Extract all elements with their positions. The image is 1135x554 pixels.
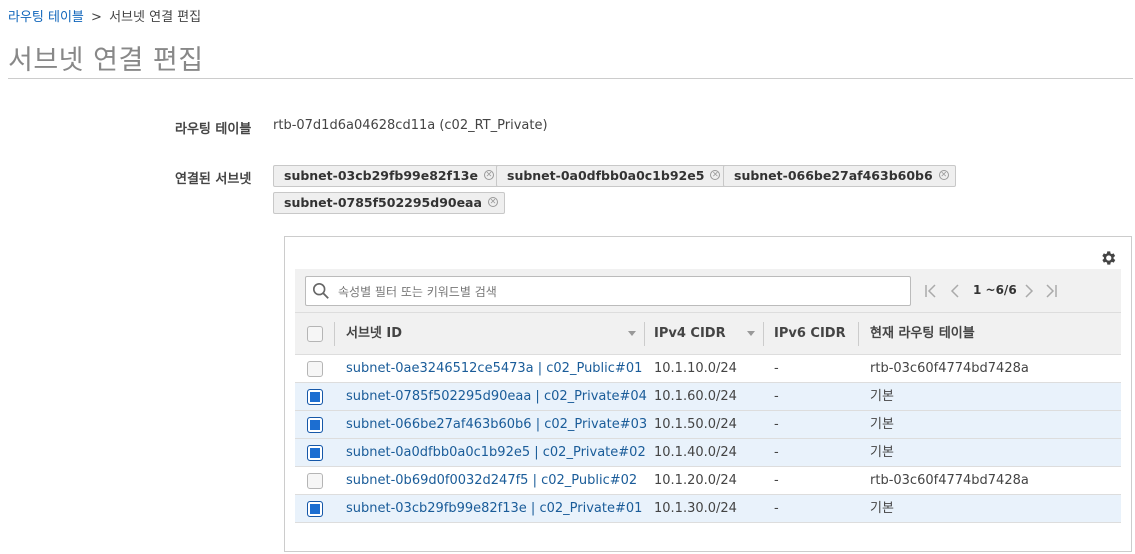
title-divider [8,78,1133,79]
ipv4-cidr-cell: 10.1.20.0/24 [654,473,737,488]
route-table-cell: 기본 [870,501,894,516]
route-table-cell: 기본 [870,445,894,460]
subnet-link[interactable]: subnet-0ae3246512ce5473a | c02_Public#01 [346,355,642,382]
close-circle-icon[interactable]: ✕ [487,197,498,207]
table-row[interactable]: subnet-0b69d0f0032d247f5 | c02_Public#02… [295,467,1121,495]
ipv6-cidr-cell: - [774,473,779,488]
row-checkbox[interactable] [307,445,323,461]
breadcrumb-separator: > [91,10,102,25]
row-checkbox[interactable] [307,389,323,405]
search-input[interactable] [336,277,900,307]
column-divider [644,322,645,346]
row-checkbox[interactable] [307,473,323,489]
column-divider [334,322,335,346]
route-table-cell: 기본 [870,389,894,404]
subnet-link[interactable]: subnet-0a0dfbb0a0c1b92e5 | c02_Private#0… [346,439,646,466]
subnet-token-label: subnet-066be27af463b60b6 [734,168,933,183]
subnet-token: subnet-0a0dfbb0a0c1b92e5 ✕ [496,165,728,187]
route-table-label: 라우팅 테이블 [175,122,252,137]
route-table-value: rtb-07d1d6a04628cd11a (c02_RT_Private) [273,118,548,133]
sort-subnet-id-icon[interactable] [628,331,636,336]
sort-ipv4-cidr-icon[interactable] [747,331,755,336]
column-divider [763,322,764,346]
first-page-icon[interactable] [923,282,939,300]
pagination-text: 1 ~6/6 [973,283,1017,297]
route-table-cell: rtb-03c60f4774bd7428a [870,361,1029,376]
column-header-subnet-id[interactable]: 서브넷 ID [346,313,402,355]
route-table-cell: 기본 [870,417,894,432]
select-all-checkbox[interactable] [307,326,323,342]
column-header-ipv6-cidr[interactable]: IPv6 CIDR [774,313,846,355]
table-row[interactable]: subnet-03cb29fb99e82f13e | c02_Private#0… [295,495,1121,523]
breadcrumb-current: 서브넷 연결 편집 [109,10,202,25]
search-box [305,276,911,307]
close-circle-icon[interactable]: ✕ [710,170,721,180]
close-circle-icon[interactable]: ✕ [938,170,949,180]
subnet-token: subnet-03cb29fb99e82f13e ✕ [273,165,501,187]
row-checkbox[interactable] [307,501,323,517]
subnet-token: subnet-0785f502295d90eaa ✕ [273,192,505,214]
table-row[interactable]: subnet-0ae3246512ce5473a | c02_Public#01… [295,355,1121,383]
breadcrumb: 라우팅 테이블 > 서브넷 연결 편집 [8,6,201,25]
close-circle-icon[interactable]: ✕ [483,170,494,180]
table-toolbar: 1 ~6/6 [295,269,1121,313]
table-row[interactable]: subnet-0a0dfbb0a0c1b92e5 | c02_Private#0… [295,439,1121,467]
column-divider [858,322,859,346]
last-page-icon[interactable] [1043,282,1059,300]
ipv4-cidr-cell: 10.1.40.0/24 [654,445,737,460]
ipv6-cidr-cell: - [774,417,779,432]
breadcrumb-route-tables-link[interactable]: 라우팅 테이블 [8,10,84,25]
subnet-token-label: subnet-03cb29fb99e82f13e [284,168,478,183]
next-page-icon[interactable] [1021,282,1037,300]
ipv4-cidr-cell: 10.1.30.0/24 [654,501,737,516]
subnet-link[interactable]: subnet-066be27af463b60b6 | c02_Private#0… [346,411,647,438]
table-row[interactable]: subnet-066be27af463b60b6 | c02_Private#0… [295,411,1121,439]
table-header: 서브넷 ID IPv4 CIDR IPv6 CIDR 현재 라우팅 테이블 [295,313,1121,355]
ipv6-cidr-cell: - [774,389,779,404]
subnet-link[interactable]: subnet-03cb29fb99e82f13e | c02_Private#0… [346,495,642,522]
subnet-token-label: subnet-0785f502295d90eaa [284,195,482,210]
route-table-cell: rtb-03c60f4774bd7428a [870,473,1029,488]
search-icon [312,282,329,299]
subnet-table-panel: 1 ~6/6 서브넷 ID IPv4 CIDR IPv6 CIDR 현재 라우팅… [284,236,1132,552]
row-checkbox[interactable] [307,361,323,377]
ipv6-cidr-cell: - [774,501,779,516]
previous-page-icon[interactable] [947,282,963,300]
table-row[interactable]: subnet-0785f502295d90eaa | c02_Private#0… [295,383,1121,411]
gear-icon[interactable] [1099,249,1117,267]
ipv6-cidr-cell: - [774,361,779,376]
subnet-link[interactable]: subnet-0b69d0f0032d247f5 | c02_Public#02 [346,467,637,494]
row-checkbox[interactable] [307,417,323,433]
subnet-token: subnet-066be27af463b60b6 ✕ [723,165,956,187]
ipv6-cidr-cell: - [774,445,779,460]
subnet-token-label: subnet-0a0dfbb0a0c1b92e5 [507,168,705,183]
ipv4-cidr-cell: 10.1.10.0/24 [654,361,737,376]
column-header-current-route-table[interactable]: 현재 라우팅 테이블 [870,313,975,355]
ipv4-cidr-cell: 10.1.50.0/24 [654,417,737,432]
ipv4-cidr-cell: 10.1.60.0/24 [654,389,737,404]
subnet-link[interactable]: subnet-0785f502295d90eaa | c02_Private#0… [346,383,647,410]
page-title: 서브넷 연결 편집 [8,45,204,76]
column-header-ipv4-cidr[interactable]: IPv4 CIDR [654,313,726,355]
associated-subnets-label: 연결된 서브넷 [175,172,252,187]
